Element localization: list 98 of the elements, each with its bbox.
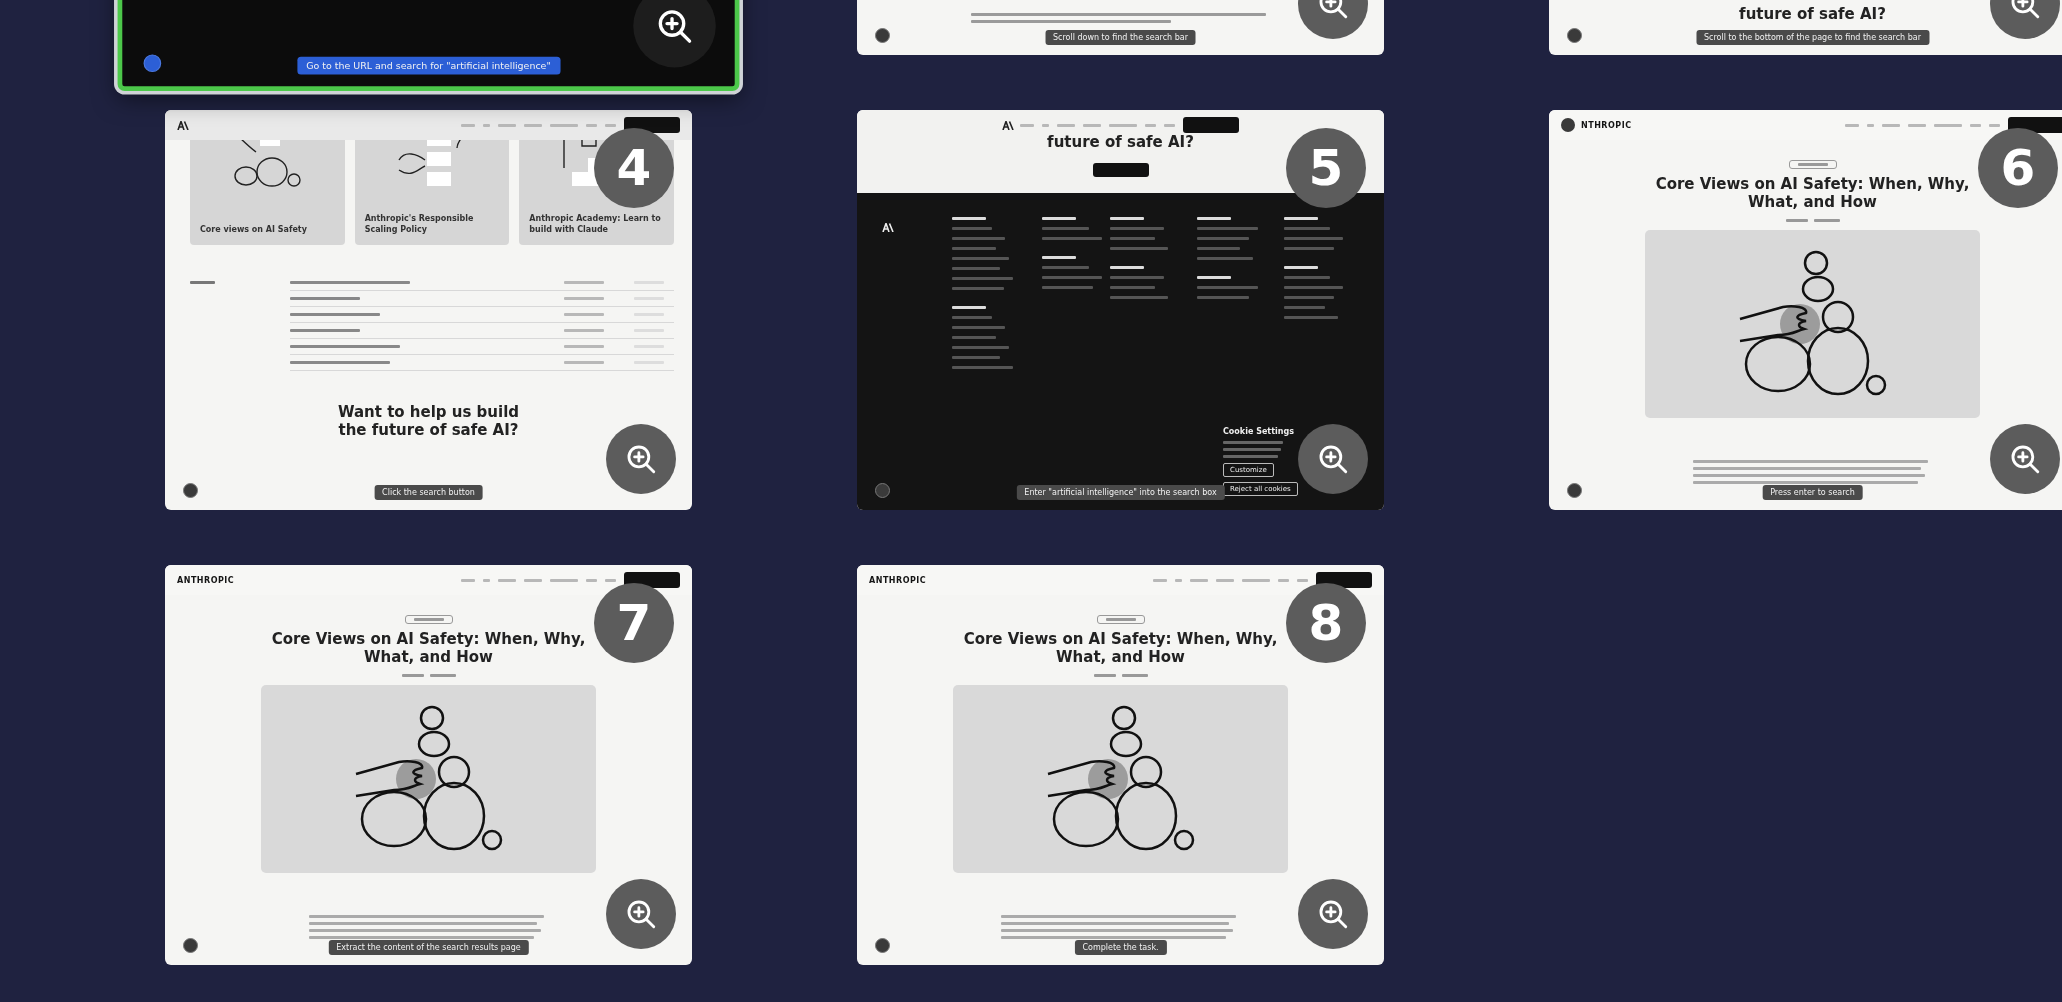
step-caption-tooltip: Press enter to search [1762,485,1863,500]
nav-link-blur[interactable] [1845,123,1859,127]
step-screenshot[interactable]: ANTHROPIC Core Views on AI Safety: When, Why, What, and How 8 Complete the task. [857,565,1384,965]
step-caption-tooltip: Scroll to the bottom of the page to find the search bar [1696,30,1929,45]
nav-link-blur[interactable] [461,123,475,127]
nav-link-blur[interactable] [1042,123,1049,127]
nav-link-blur[interactable] [1190,578,1208,582]
nav-link-blur[interactable] [483,578,490,582]
nav-link-blur[interactable] [605,578,616,582]
nav-link-blur[interactable] [1908,123,1926,127]
step-dot-icon [143,54,162,73]
nav-link-blur[interactable] [1216,578,1234,582]
logo[interactable]: NTHROPIC [1581,120,1632,130]
nav-link-blur[interactable] [1867,123,1874,127]
step-screenshot[interactable]: Go to the URL and search for "artificial intelligence" [117,0,740,91]
article-meta-blur [1093,674,1148,677]
step-number: 8 [1286,583,1366,663]
post-category-blur [564,281,604,284]
step-screenshot[interactable]: Core views on AI Safety Anthropic's Responsible Scaling Policy Anthropic Academy: Learn to build with Claude Want to help us build the future of safe AI? 4 Click the search button [165,110,692,510]
try-button[interactable] [624,117,680,133]
zoom-button[interactable] [633,0,716,68]
step-number: 6 [1978,128,2058,208]
nav-link-blur[interactable] [1175,578,1182,582]
step-caption-tooltip: Extract the content of the search results page [328,940,529,955]
step-dot-icon [183,938,198,953]
card-title: Anthropic's Responsible Scaling Policy [364,214,475,235]
step-dot-icon [1567,483,1582,498]
step-screenshot[interactable]: ANTHROPIC Core Views on AI Safety: When, Why, What, and How 7 Extract the content of the search results page [165,565,692,965]
nav-link-blur[interactable] [1989,123,2000,127]
cta-heading: future of safe AI? [1047,134,1194,151]
open-roles-button[interactable] [1092,162,1149,177]
step-caption-tooltip: Click the search button [374,485,483,500]
logo[interactable]: ANTHROPIC [177,575,235,585]
nav-link-blur[interactable] [586,578,597,582]
post-category-blur [564,345,604,348]
nav-link-blur[interactable] [1083,123,1101,127]
step-screenshot[interactable]: Scroll down to find the search bar [857,0,1384,55]
step-dot-icon [875,938,890,953]
logo[interactable]: ANTHROPIC [869,575,927,585]
logo-icon[interactable] [177,120,189,130]
nav-link-blur[interactable] [498,123,516,127]
step-screenshot[interactable]: future of safe AI? Scroll to the bottom of the page to find the search bar [1549,0,2062,55]
cookie-title: Cookie Settings [1223,427,1295,436]
cta-heading: future of safe AI? [1738,5,1887,23]
section-label-blur [190,281,215,284]
nav-link-blur[interactable] [1278,578,1289,582]
step-dot-icon [1567,28,1582,43]
nav-link-blur[interactable] [1153,578,1167,582]
article-card[interactable]: Core views on AI Safety [190,140,345,245]
step-caption-tooltip: Enter "artificial intelligence" into the search box [1016,485,1225,500]
post-category-blur [564,297,604,300]
category-tag[interactable] [404,615,453,624]
line-drawing [232,140,303,188]
card-title: Anthropic Academy: Learn to build with Claude [529,214,662,235]
article-title: Core Views on AI Safety: When, Why, What, and How [270,630,587,666]
step-caption-tooltip: Go to the URL and search for "artificial intelligence" [296,56,561,75]
post-category-blur [564,313,604,316]
nav-link-blur[interactable] [1934,123,1962,127]
nav-link-blur[interactable] [1164,123,1175,127]
article-meta-blur [1785,219,1840,222]
nav-link-blur[interactable] [461,578,475,582]
nav-link-blur[interactable] [550,578,578,582]
post-category-blur [564,361,604,364]
step-caption-tooltip: Complete the task. [1074,940,1167,955]
try-button[interactable] [1316,572,1372,588]
nav-link-blur[interactable] [1145,123,1156,127]
nav-link-blur[interactable] [1020,123,1034,127]
nav-link-blur[interactable] [1297,578,1308,582]
step-number: 7 [594,583,674,663]
article-meta-blur [401,674,456,677]
logo-icon[interactable] [1002,120,1014,130]
nav-link-blur[interactable] [498,578,516,582]
step-caption-tooltip: Scroll down to find the search bar [1045,30,1196,45]
nav-link-blur[interactable] [550,123,578,127]
step-dot-icon [875,28,890,43]
article-card[interactable]: Anthropic's Responsible Scaling Policy [354,140,510,245]
nav-link-blur[interactable] [1057,123,1075,127]
post-category-blur [564,329,604,332]
category-tag[interactable] [1096,615,1145,624]
nav-link-blur[interactable] [1882,123,1900,127]
card-title: Core views on AI Safety [200,224,307,235]
category-tag[interactable] [1788,160,1837,169]
cta-heading: Want to help us build the future of safe AI? [336,403,521,439]
try-button[interactable] [2008,117,2062,133]
nav-link-blur[interactable] [586,123,597,127]
nav-link-blur[interactable] [524,123,542,127]
step-screenshot[interactable]: NTHROPIC Core Views on AI Safety: When, Why, What, and How 6 Press enter to search [1549,110,2062,510]
nav-link-blur[interactable] [1109,123,1137,127]
try-button[interactable] [624,572,680,588]
blurred-paragraph [1223,441,1283,458]
step-dot-icon [183,483,198,498]
article-title: Core Views on AI Safety: When, Why, What, and How [962,630,1279,666]
nav-link-blur[interactable] [1970,123,1981,127]
nav-link-blur[interactable] [1242,578,1270,582]
nav-link-blur[interactable] [483,123,490,127]
nav-link-blur[interactable] [524,578,542,582]
article-title: Core Views on AI Safety: When, Why, What, and How [1654,175,1971,211]
nav-link-blur[interactable] [605,123,616,127]
